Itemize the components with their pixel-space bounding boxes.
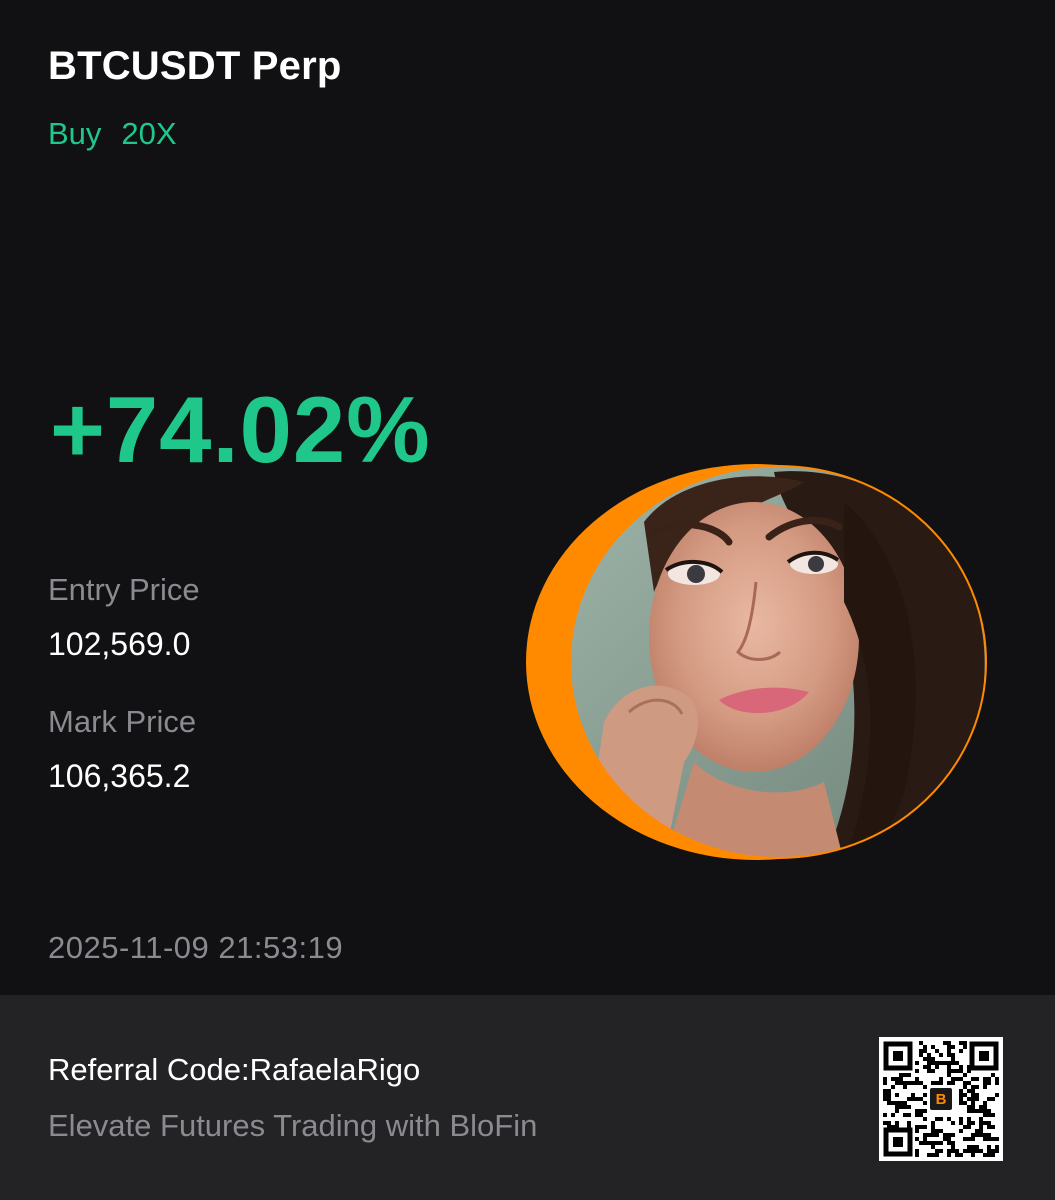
timestamp: 2025-11-09 21:53:19 [48, 930, 344, 965]
referral-code-value: RafaelaRigo [249, 1052, 421, 1087]
tagline: Elevate Futures Trading with BloFin [48, 1108, 538, 1143]
symbol-title: BTCUSDT Perp [48, 44, 342, 88]
user-avatar-photo-icon [526, 464, 987, 860]
mark-price-label: Mark Price [48, 704, 197, 739]
share-card: BTCUSDT Perp Buy 20X +74.02% Entry Price … [0, 0, 1055, 995]
svg-text:B: B [936, 1091, 947, 1108]
referral-qr-code[interactable]: B [879, 1037, 1003, 1161]
entry-price-value: 102,569.0 [48, 626, 191, 662]
avatar [524, 462, 988, 862]
entry-price-label: Entry Price [48, 572, 200, 607]
leverage-label: 20X [121, 116, 177, 151]
qr-code-icon: B [879, 1037, 1003, 1161]
blofin-logo-icon: B [928, 1086, 954, 1112]
pnl-percent: +74.02% [50, 377, 431, 482]
side-label: Buy [48, 116, 102, 151]
position-side-leverage: Buy 20X [48, 116, 197, 152]
mark-price-value: 106,365.2 [48, 758, 191, 794]
referral-label: Referral Code: [48, 1052, 250, 1087]
referral-code: Referral Code:RafaelaRigo [48, 1052, 420, 1088]
